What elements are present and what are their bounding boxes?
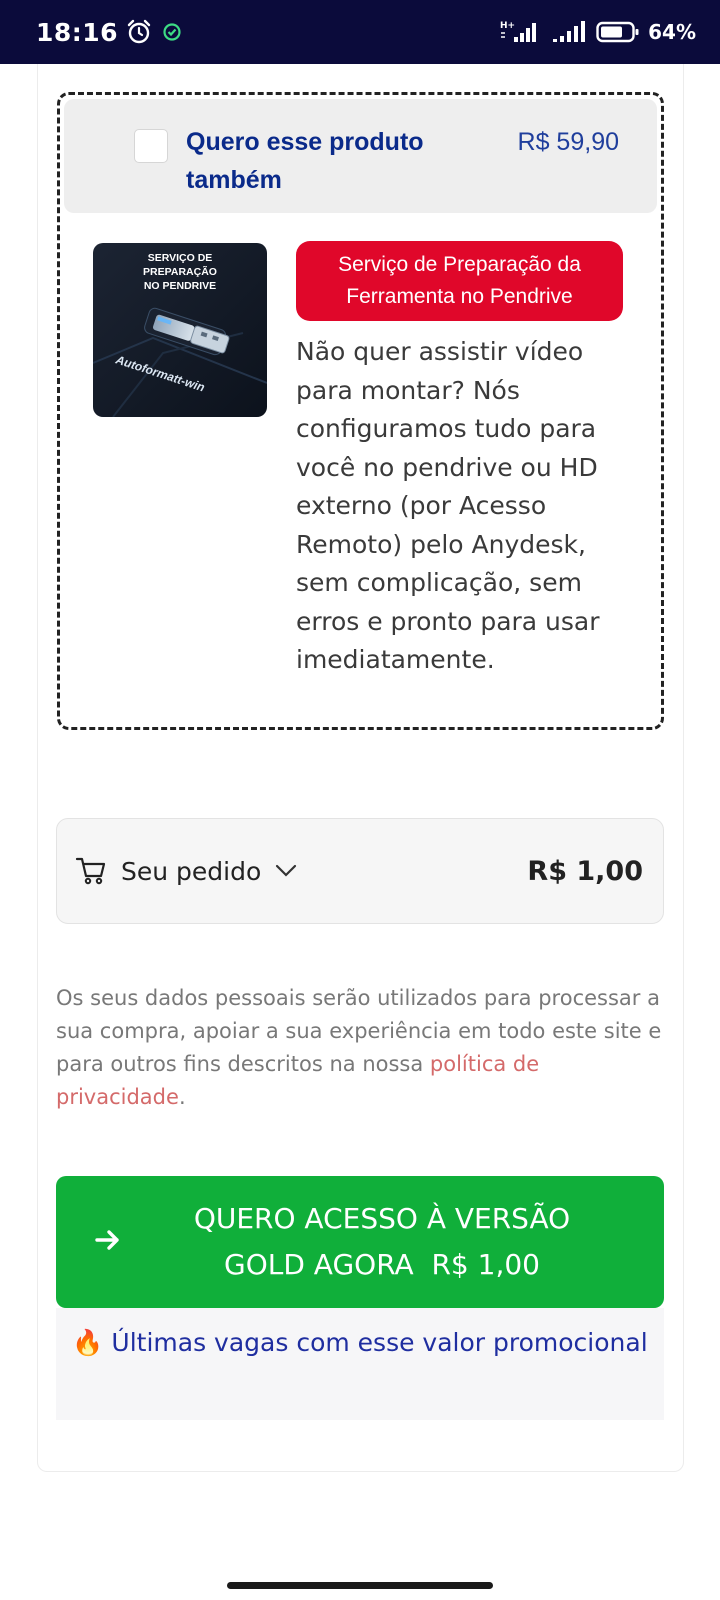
order-total: R$ 1,00: [527, 855, 643, 887]
order-bump-checkbox[interactable]: [134, 129, 168, 163]
signal-icon: [553, 21, 586, 42]
battery-percent: 64%: [648, 20, 696, 44]
battery-icon: [596, 21, 639, 43]
chevron-down-icon[interactable]: [275, 864, 297, 878]
shield-check-icon: [163, 23, 181, 41]
purchase-button-line1: QUERO ACESSO À VERSÃO: [193, 1202, 571, 1235]
order-bump: Quero esse produto também R$ 59,90 SERVI…: [57, 92, 664, 730]
status-time: 18:16: [36, 17, 119, 47]
arrow-right-icon: [95, 1230, 119, 1250]
fire-icon: 🔥: [72, 1328, 104, 1357]
order-bump-badge: Serviço de Preparação da Ferramenta no P…: [296, 241, 623, 321]
svg-text:H+: H+: [500, 21, 515, 31]
cart-icon: [75, 857, 106, 885]
signal-hplus-icon: H+: [500, 21, 537, 42]
urgency-text: Últimas vagas com esse valor promocional: [111, 1328, 648, 1357]
status-bar: 18:16 H+ 64%: [0, 0, 720, 64]
urgency-note: 🔥 Últimas vagas com esse valor promocion…: [56, 1308, 664, 1420]
image-caption-line1: SERVIÇO DE: [148, 252, 213, 264]
privacy-end: .: [178, 1085, 186, 1109]
home-indicator[interactable]: [227, 1582, 493, 1589]
alarm-icon: [127, 19, 151, 44]
product-image: SERVIÇO DE PREPARAÇÃO NO PENDRIVE Autofo…: [93, 243, 267, 417]
order-bump-title[interactable]: Quero esse produto também: [186, 123, 486, 199]
purchase-button[interactable]: QUERO ACESSO À VERSÃO GOLD AGORA R$ 1,00: [56, 1176, 664, 1308]
image-caption-line2: PREPARAÇÃO: [143, 265, 217, 278]
image-caption-line3: NO PENDRIVE: [144, 280, 216, 292]
order-bump-price: R$ 59,90: [517, 128, 619, 156]
purchase-button-line2: GOLD AGORA R$ 1,00: [224, 1248, 540, 1281]
privacy-notice: Os seus dados pessoais serão utilizados …: [56, 982, 664, 1114]
order-summary[interactable]: Seu pedido R$ 1,00: [56, 818, 664, 924]
order-bump-header[interactable]: Quero esse produto também R$ 59,90: [64, 99, 657, 213]
privacy-text: Os seus dados pessoais serão utilizados …: [56, 986, 662, 1076]
order-bump-description: Não quer assistir vídeo para montar? Nós…: [296, 337, 600, 674]
order-summary-label: Seu pedido: [121, 856, 262, 886]
